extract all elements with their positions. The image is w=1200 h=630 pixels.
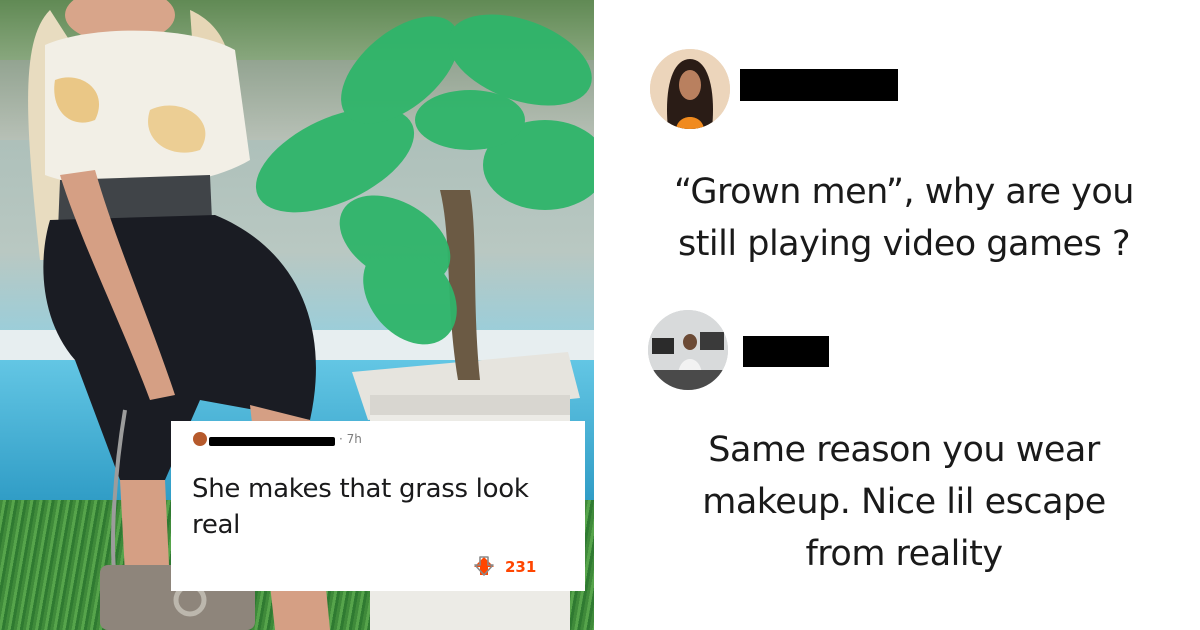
reply-text-line: from reality bbox=[805, 534, 1003, 574]
avatar-portrait bbox=[648, 310, 728, 390]
post-text-line: “Grown men”, why are you bbox=[674, 172, 1134, 212]
reply-text: Same reason you wear makeup. Nice lil es… bbox=[624, 424, 1184, 580]
post-text: “Grown men”, why are you still playing v… bbox=[624, 166, 1184, 270]
avatar-portrait bbox=[650, 49, 730, 129]
comment-card: · 7h She makes that grass look real 231 bbox=[171, 421, 585, 591]
comment-username bbox=[193, 431, 337, 447]
redacted-username bbox=[209, 437, 335, 446]
arrow-down-icon[interactable] bbox=[473, 555, 495, 577]
vote-count: 231 bbox=[505, 558, 537, 576]
redacted-username bbox=[743, 336, 829, 367]
conversation-panel: “Grown men”, why are you still playing v… bbox=[594, 0, 1200, 630]
reply-text-line: makeup. Nice lil escape bbox=[702, 482, 1106, 522]
post-text-line: still playing video games ? bbox=[677, 224, 1131, 264]
meme-photo: · 7h She makes that grass look real 231 bbox=[0, 0, 594, 630]
reply-text-line: Same reason you wear bbox=[708, 430, 1100, 470]
comment-timestamp: · 7h bbox=[339, 432, 362, 446]
avatar bbox=[650, 49, 730, 129]
comment-text-line: She makes that grass look bbox=[192, 474, 529, 504]
avatar bbox=[648, 310, 728, 390]
comment-text: She makes that grass look real bbox=[192, 471, 572, 543]
comment-text-line: real bbox=[192, 510, 241, 540]
comment-avatar bbox=[193, 432, 207, 446]
vote-bar: 231 bbox=[473, 555, 573, 579]
redacted-username bbox=[740, 69, 898, 101]
